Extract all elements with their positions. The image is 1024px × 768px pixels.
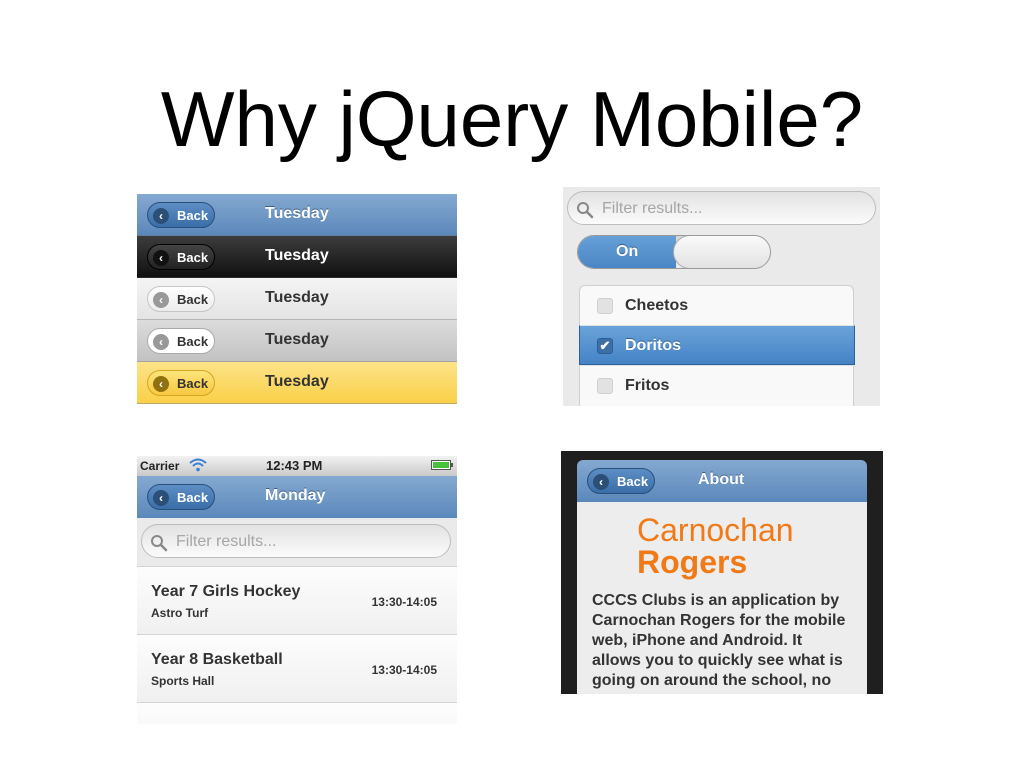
back-button[interactable]: ‹ Back bbox=[147, 244, 215, 270]
search-icon bbox=[577, 202, 594, 219]
checkbox-item[interactable]: Fritos bbox=[580, 365, 855, 405]
header-title: Monday bbox=[265, 487, 326, 504]
carrier-label: Carrier bbox=[140, 459, 180, 473]
chevron-left-icon: ‹ bbox=[153, 490, 169, 506]
search-placeholder: Filter results... bbox=[176, 533, 277, 550]
header-bar: ‹ Back Monday bbox=[137, 476, 457, 518]
chevron-left-icon: ‹ bbox=[153, 208, 169, 224]
back-button[interactable]: ‹ Back bbox=[147, 370, 215, 396]
about-content: Carnochan Rogers CCCS Clubs is an applic… bbox=[577, 502, 867, 694]
list-item-time: 13:30-14:05 bbox=[371, 663, 437, 677]
search-input[interactable]: Filter results... bbox=[141, 524, 451, 558]
back-button[interactable]: ‹ Back bbox=[147, 202, 215, 228]
toolbar-theme-blue: ‹ Back Tuesday bbox=[137, 194, 457, 236]
back-button-label: Back bbox=[177, 250, 209, 265]
about-description: CCCS Clubs is an application by Carnocha… bbox=[592, 591, 862, 691]
chevron-left-icon: ‹ bbox=[593, 474, 609, 490]
about-line: CCCS Clubs is an application by bbox=[592, 592, 840, 609]
back-button[interactable]: ‹ Back bbox=[147, 286, 215, 312]
toolbar-title: Tuesday bbox=[265, 247, 329, 264]
back-button-label: Back bbox=[177, 292, 209, 307]
about-line: web, iPhone and Android. It bbox=[592, 632, 803, 649]
toolbar-theme-gray: ‹ Back Tuesday bbox=[137, 320, 457, 362]
flip-switch-on-track: On bbox=[578, 236, 676, 268]
back-button[interactable]: ‹ Back bbox=[147, 484, 215, 510]
chevron-left-icon: ‹ bbox=[153, 250, 169, 266]
list-item[interactable]: Year 7 Girls Hockey Astro Turf 13:30-14:… bbox=[137, 566, 457, 634]
back-button-label: Back bbox=[177, 376, 209, 391]
list-item[interactable]: Year 8 Basketball Sports Hall 13:30-14:0… bbox=[137, 634, 457, 702]
list-item-partial[interactable] bbox=[137, 702, 457, 724]
search-input[interactable]: Filter results... bbox=[567, 191, 876, 225]
checkbox-item[interactable]: Cheetos bbox=[580, 286, 855, 326]
list-app-panel: Carrier 12:43 PM ‹ Back Monday Filter re… bbox=[137, 456, 457, 724]
toolbar-title: Tuesday bbox=[265, 205, 329, 222]
checkmark-icon[interactable]: ✔ bbox=[597, 338, 613, 354]
toolbar-title: Tuesday bbox=[265, 289, 329, 306]
back-button[interactable]: ‹ Back bbox=[587, 468, 655, 494]
back-button-label: Back bbox=[617, 474, 649, 489]
header-bar: ‹ Back About bbox=[577, 460, 867, 502]
form-controls-panel: Filter results... On Cheetos ✔ Doritos F… bbox=[563, 187, 880, 406]
toolbar-theme-light: ‹ Back Tuesday bbox=[137, 278, 457, 320]
flip-switch-label: On bbox=[616, 243, 639, 260]
flip-switch-handle[interactable] bbox=[673, 236, 770, 268]
checkbox-label: Doritos bbox=[625, 337, 681, 354]
toolbar-theme-black: ‹ Back Tuesday bbox=[137, 236, 457, 278]
checkbox-list: Cheetos ✔ Doritos Fritos bbox=[579, 285, 855, 406]
chevron-left-icon: ‹ bbox=[153, 292, 169, 308]
flip-switch[interactable]: On bbox=[577, 235, 771, 269]
wifi-icon bbox=[189, 458, 207, 472]
back-button[interactable]: ‹ Back bbox=[147, 328, 215, 354]
checkbox-item-checked[interactable]: ✔ Doritos bbox=[579, 325, 855, 365]
chevron-left-icon: ‹ bbox=[153, 334, 169, 350]
back-button-label: Back bbox=[177, 334, 209, 349]
chevron-left-icon: ‹ bbox=[153, 376, 169, 392]
list-item-location: Astro Turf bbox=[151, 606, 209, 620]
company-logo-line2: Rogers bbox=[637, 544, 748, 580]
about-app-panel: ‹ Back About Carnochan Rogers CCCS Clubs… bbox=[561, 451, 883, 694]
toolbar-title: Tuesday bbox=[265, 373, 329, 390]
list-item-title: Year 7 Girls Hockey bbox=[151, 583, 301, 600]
header-title: About bbox=[698, 471, 745, 488]
back-button-label: Back bbox=[177, 208, 209, 223]
checkbox-label: Cheetos bbox=[625, 297, 689, 314]
search-bar: Filter results... bbox=[137, 518, 457, 566]
list-item-title: Year 8 Basketball bbox=[151, 651, 283, 668]
checkbox[interactable] bbox=[597, 378, 613, 394]
list-item-time: 13:30-14:05 bbox=[371, 595, 437, 609]
battery-icon bbox=[431, 460, 453, 470]
toolbar-themes-panel: ‹ Back Tuesday ‹ Back Tuesday ‹ Back Tue… bbox=[137, 194, 457, 404]
checkbox-label: Fritos bbox=[625, 377, 670, 394]
toolbar-theme-yellow: ‹ Back Tuesday bbox=[137, 362, 457, 404]
search-icon bbox=[151, 535, 168, 552]
clock-label: 12:43 PM bbox=[266, 458, 323, 473]
toolbar-title: Tuesday bbox=[265, 331, 329, 348]
search-placeholder: Filter results... bbox=[602, 200, 703, 217]
list-item-location: Sports Hall bbox=[151, 674, 215, 688]
status-bar: Carrier 12:43 PM bbox=[137, 456, 457, 476]
checkbox[interactable] bbox=[597, 298, 613, 314]
about-line: allows you to quickly see what is bbox=[592, 652, 843, 669]
about-line: going on around the school, no bbox=[592, 672, 832, 689]
about-line: Carnochan Rogers for the mobile bbox=[592, 612, 846, 629]
back-button-label: Back bbox=[177, 490, 209, 505]
slide-title: Why jQuery Mobile? bbox=[160, 75, 864, 163]
